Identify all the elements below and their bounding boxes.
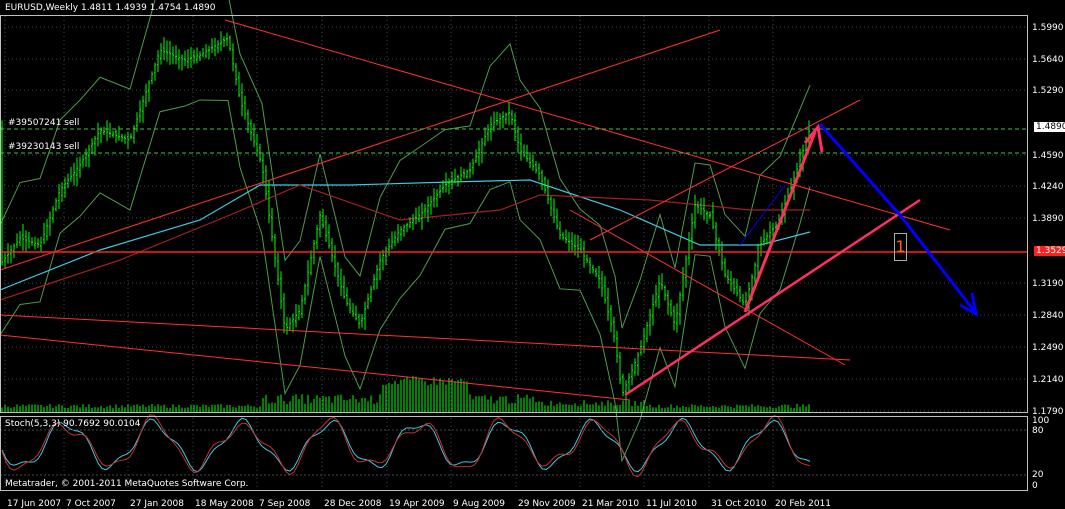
price-tick: 1.2490 (1032, 343, 1064, 353)
time-label: 19 Apr 2009 (389, 499, 445, 509)
time-label: 7 Oct 2007 (66, 499, 116, 509)
stochastic-label: Stoch(5,3,3) 90.7692 90.0104 (5, 419, 141, 429)
price-tick: 1.5290 (1032, 86, 1064, 96)
time-label: 27 Jan 2008 (130, 499, 184, 509)
marker-price-box: 1.3529 (1034, 246, 1065, 256)
time-label: 9 Aug 2009 (453, 499, 505, 509)
stoch-scale: 100 (1032, 416, 1049, 426)
copyright-text: Metatrader, © 2001-2011 MetaQuotes Softw… (5, 479, 249, 489)
stoch-scale: 0 (1032, 481, 1038, 491)
marker-digit-box[interactable]: 1 (894, 233, 907, 261)
price-tick: 1.5640 (1032, 55, 1064, 65)
time-label: 11 Jul 2010 (646, 499, 697, 509)
price-tick: 1.4240 (1032, 182, 1064, 192)
stoch-scale: 20 (1032, 470, 1044, 480)
chart-title: EURUSD,Weekly 1.4811 1.4939 1.4754 1.489… (5, 3, 216, 13)
price-tick: 1.3190 (1032, 279, 1064, 289)
order-label-2[interactable]: #39230143 sell (8, 142, 79, 152)
price-tick: 1.4590 (1032, 151, 1064, 161)
current-price-box: 1.4890 (1034, 122, 1065, 132)
price-tick: 1.2140 (1032, 375, 1064, 385)
time-label: 21 Mar 2010 (582, 499, 639, 509)
time-label: 7 Sep 2008 (259, 499, 311, 509)
time-label: 18 May 2008 (195, 499, 254, 509)
time-label: 20 Feb 2011 (775, 499, 831, 509)
price-tick: 1.5990 (1032, 23, 1064, 33)
stoch-scale: 80 (1032, 426, 1044, 436)
time-label: 31 Oct 2010 (711, 499, 767, 509)
time-label: 28 Dec 2008 (324, 499, 382, 509)
time-label: 17 Jun 2007 (7, 499, 61, 509)
price-tick: 1.2840 (1032, 311, 1064, 321)
price-tick: 1.3890 (1032, 214, 1064, 224)
order-label-1[interactable]: #39507241 sell (8, 118, 79, 128)
time-label: 29 Nov 2009 (518, 499, 576, 509)
